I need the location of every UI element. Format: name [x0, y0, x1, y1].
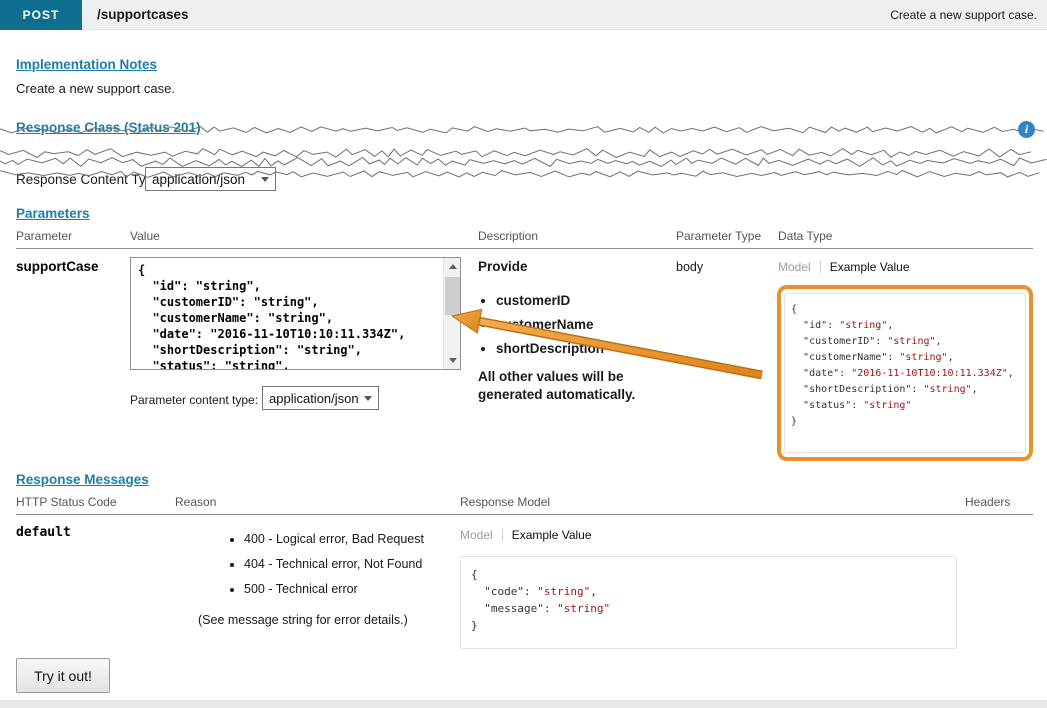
col-response-model: Response Model — [460, 495, 550, 509]
col-reason: Reason — [175, 495, 216, 509]
col-value: Value — [130, 229, 160, 243]
parameters-table-header: Parameter Value Description Parameter Ty… — [16, 229, 1033, 249]
reason-item: 404 - Technical error, Not Found — [244, 552, 424, 577]
col-parameter-type: Parameter Type — [676, 229, 761, 243]
description-bullet: shortDescription — [496, 337, 663, 361]
response-content-type-select[interactable]: application/json — [145, 167, 276, 191]
parameter-value-textarea[interactable]: { "id": "string", "customerID": "string"… — [130, 257, 461, 370]
col-description: Description — [478, 229, 538, 243]
reason-item: 500 - Technical error — [244, 577, 424, 602]
response-content-type-label: Response Content Type — [16, 172, 161, 187]
scrollbar-thumb[interactable] — [445, 277, 460, 315]
method-badge[interactable]: POST — [0, 0, 82, 30]
tab-model[interactable]: Model — [460, 528, 493, 542]
response-class-heading: Response Class (Status 201) — [16, 120, 201, 135]
col-parameter: Parameter — [16, 229, 72, 243]
torn-edge — [0, 146, 1047, 160]
operation-header: POST /supportcases Create a new support … — [0, 0, 1047, 30]
parameter-value-json: { "id": "string", "customerID": "string"… — [138, 262, 440, 369]
reason-note: (See message string for error details.) — [198, 613, 408, 627]
parameter-content-type-label: Parameter content type: — [130, 393, 258, 407]
response-messages-heading: Response Messages — [16, 472, 149, 487]
swagger-operation-page: POST /supportcases Create a new support … — [0, 0, 1047, 708]
parameter-type-value: body — [676, 260, 703, 274]
response-model-example-json: { "code": "string", "message": "string" … — [460, 556, 957, 649]
info-icon[interactable]: i — [1018, 121, 1035, 138]
tab-divider — [502, 529, 503, 541]
select-value: application/json — [152, 172, 245, 187]
description-intro: Provide — [478, 259, 663, 274]
col-headers: Headers — [965, 495, 1010, 509]
chevron-down-icon — [261, 177, 269, 182]
response-messages-table-header: HTTP Status Code Reason Response Model H… — [16, 495, 1033, 515]
status-code-value: default — [16, 525, 71, 540]
scroll-up-icon[interactable] — [444, 258, 461, 275]
description-bullet: customerName — [496, 313, 663, 337]
try-it-out-button[interactable]: Try it out! — [16, 658, 110, 693]
description-bullets: customerID customerName shortDescription — [478, 289, 663, 361]
data-type-tabs: Model Example Value — [778, 260, 910, 274]
endpoint-path[interactable]: /supportcases — [97, 0, 189, 30]
parameter-name: supportCase — [16, 259, 99, 274]
parameters-heading: Parameters — [16, 206, 90, 221]
footer-bar — [0, 700, 1047, 708]
col-http-status-code: HTTP Status Code — [16, 495, 117, 509]
description-note: All other values will be generated autom… — [478, 368, 648, 404]
col-data-type: Data Type — [778, 229, 832, 243]
scroll-down-icon[interactable] — [444, 352, 461, 369]
implementation-notes-heading: Implementation Notes — [16, 57, 157, 72]
tab-example-value[interactable]: Example Value — [512, 528, 592, 542]
tab-example-value[interactable]: Example Value — [830, 260, 910, 274]
implementation-notes-text: Create a new support case. — [16, 81, 175, 96]
description-bullet: customerID — [496, 289, 663, 313]
chevron-down-icon — [364, 396, 372, 401]
endpoint-summary: Create a new support case. — [890, 0, 1037, 30]
tab-model[interactable]: Model — [778, 260, 811, 274]
select-value: application/json — [269, 391, 359, 406]
example-value-json: { "id": "string", "customerID": "string"… — [784, 293, 1026, 453]
tab-divider — [820, 261, 821, 273]
parameter-content-type-select[interactable]: application/json — [262, 386, 379, 410]
response-model-tabs: Model Example Value — [460, 528, 592, 542]
reason-item: 400 - Logical error, Bad Request — [244, 527, 424, 552]
scrollbar[interactable] — [443, 258, 460, 369]
reason-list: 400 - Logical error, Bad Request 404 - T… — [232, 527, 424, 602]
